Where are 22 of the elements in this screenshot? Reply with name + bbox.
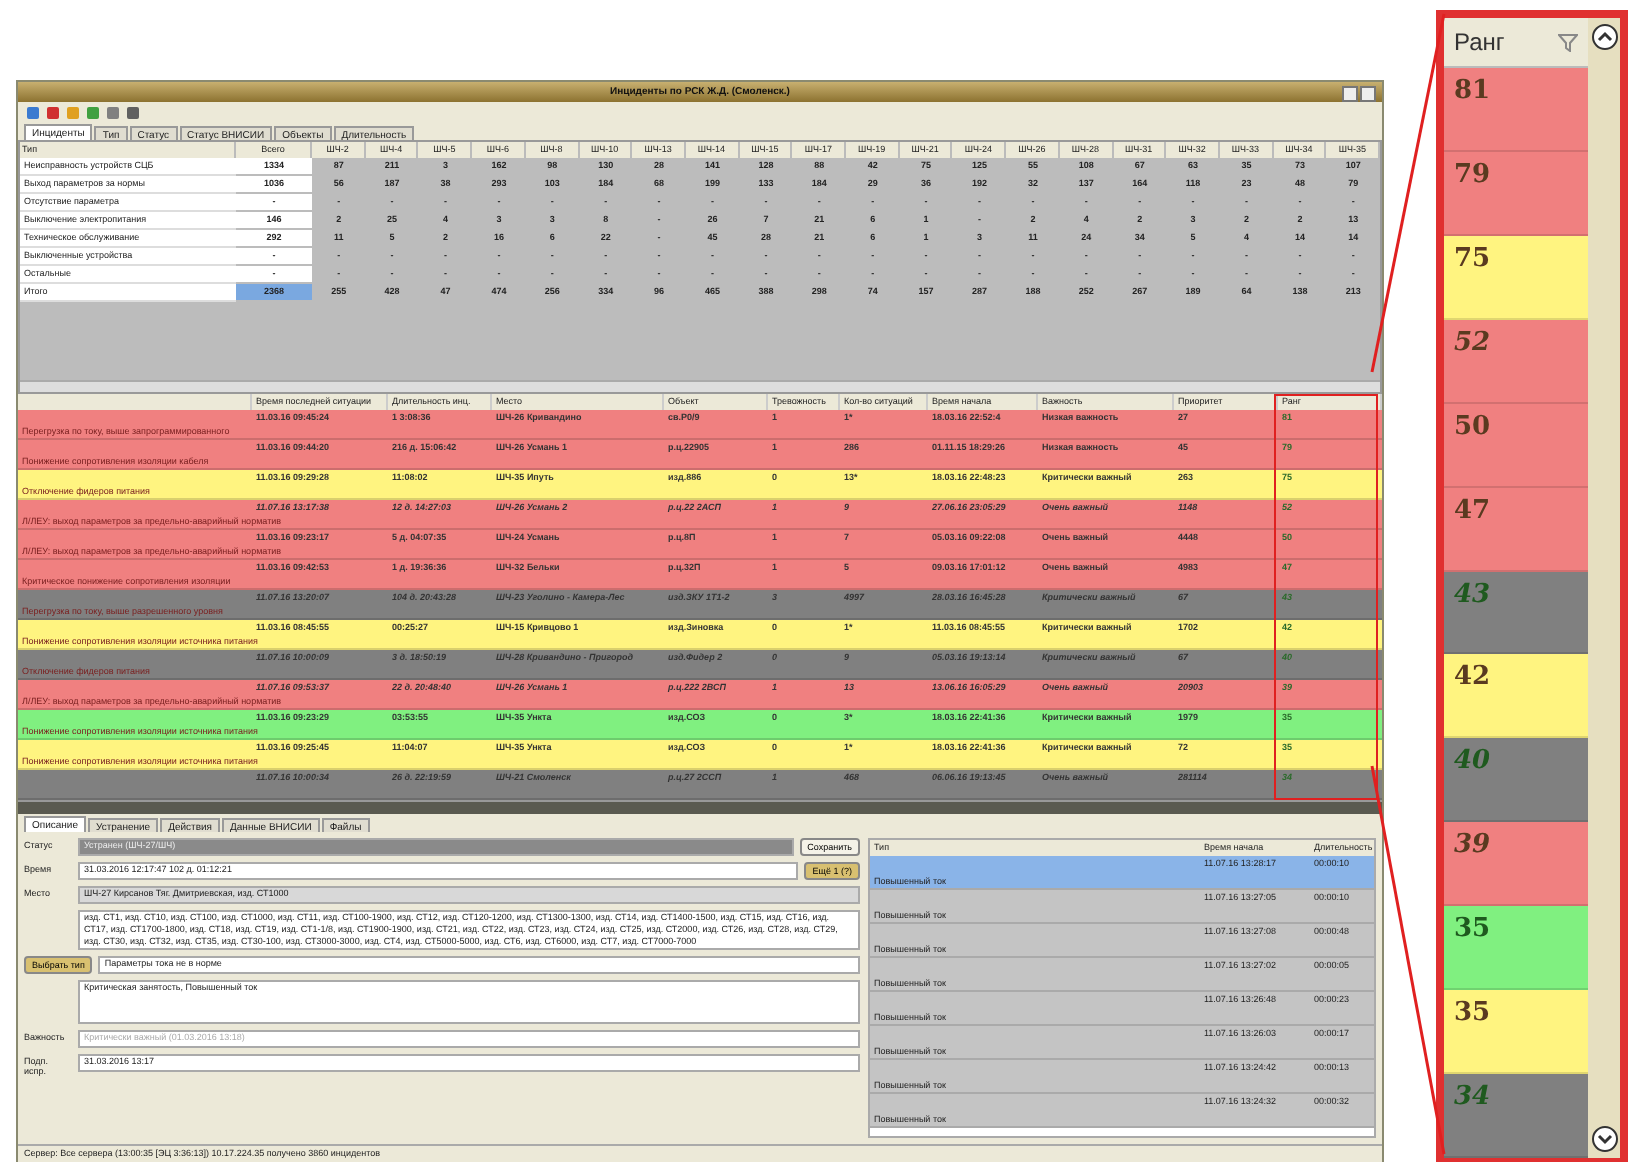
rank-cell: 39 bbox=[1444, 822, 1588, 907]
rank-cell: 35 bbox=[1444, 906, 1588, 991]
rank-cell: 50 bbox=[1444, 403, 1588, 488]
scrollbar[interactable] bbox=[20, 380, 1380, 392]
scrollbar[interactable] bbox=[1588, 18, 1620, 1158]
scrollbar[interactable] bbox=[18, 800, 1382, 814]
rank-cell: 47 bbox=[1444, 487, 1588, 572]
column-header[interactable]: Ранг bbox=[1454, 28, 1505, 56]
scroll-up-icon[interactable] bbox=[1591, 24, 1617, 50]
rank-cell: 42 bbox=[1444, 654, 1588, 739]
rank-cell: 81 bbox=[1444, 68, 1588, 152]
rank-cell: 40 bbox=[1444, 738, 1588, 823]
filter-icon[interactable] bbox=[1558, 33, 1578, 51]
rank-cell: 43 bbox=[1444, 571, 1588, 655]
rank-cell: 75 bbox=[1444, 235, 1588, 320]
close-button[interactable] bbox=[1360, 86, 1376, 102]
rank-cell: 34 bbox=[1444, 1074, 1588, 1158]
rank-cell: 79 bbox=[1444, 151, 1588, 236]
minimize-button[interactable] bbox=[1342, 86, 1358, 102]
scroll-down-icon[interactable] bbox=[1591, 1126, 1617, 1152]
rank-cell: 52 bbox=[1444, 319, 1588, 404]
rank-cell: 35 bbox=[1444, 990, 1588, 1075]
